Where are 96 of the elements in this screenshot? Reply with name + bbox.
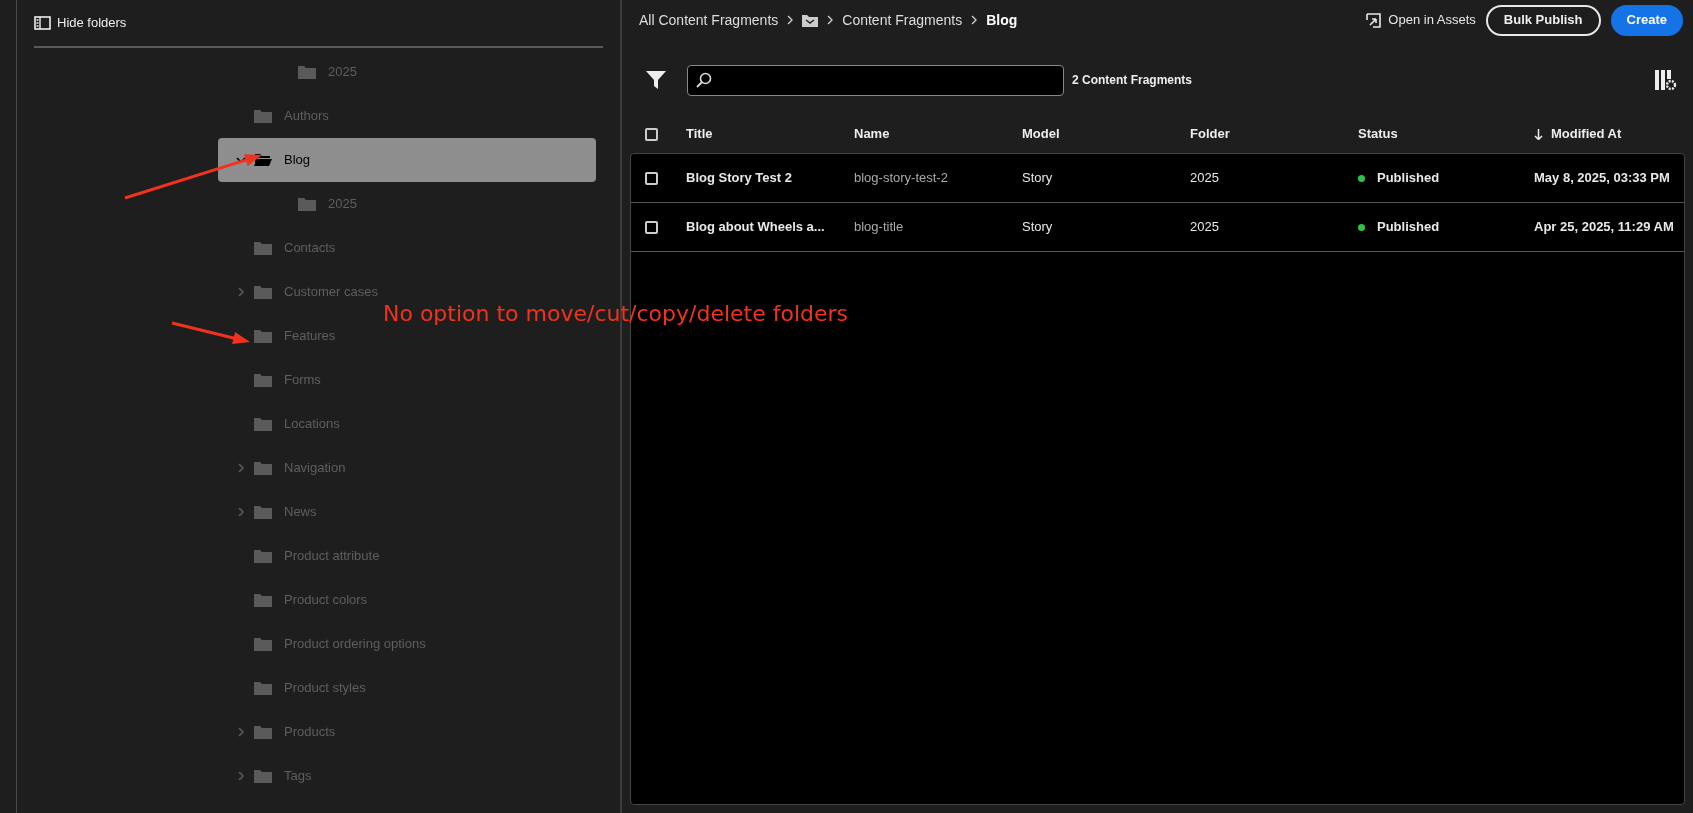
folder-label: Features [284,327,336,346]
folder-icon [254,329,272,343]
folder-icon [254,241,272,255]
column-header[interactable]: Name [854,124,890,144]
folder-label: Product styles [284,679,366,698]
folder-icon [254,681,272,695]
folder-icon [254,285,272,299]
table-cell: 2025 [1190,170,1219,186]
breadcrumb-link[interactable]: All Content Fragments [639,9,779,31]
breadcrumb-link[interactable]: Content Fragments [842,9,963,31]
search-field[interactable] [687,64,1064,96]
column-settings-icon[interactable] [1653,68,1677,92]
table-cell: 2025 [1190,219,1219,235]
bulk-publish-button[interactable]: Bulk Publish [1485,4,1601,36]
folder-label: Products [284,723,336,742]
folder-label: Contacts [284,239,336,258]
column-header[interactable]: Title [686,124,713,144]
folder-label: Navigation [284,459,346,478]
folder-icon [254,109,272,123]
chevron-right-icon[interactable] [236,771,246,781]
search-icon [696,72,712,88]
folder-label: Authors [284,107,329,126]
table-cell: blog-story-test-2 [854,170,948,186]
folder-tree-item[interactable]: 2025 [218,50,361,94]
folder-tree-item[interactable]: Product styles [218,666,370,710]
folder-tree-item[interactable]: Forms [218,358,325,402]
folder-label: Blog [284,151,311,170]
folder-tree-item[interactable]: Product attribute [218,534,384,578]
folder-icon [254,505,272,519]
open-in-assets-link[interactable]: Open in Assets [1365,10,1476,30]
table-cell: blog-title [854,219,904,235]
breadcrumb-separator-icon [970,15,979,25]
breadcrumb-separator-icon [826,15,835,25]
folder-icon [254,373,272,387]
folder-tree-item[interactable]: News [218,490,321,534]
folder-icon [254,461,272,475]
sort-arrow-icon[interactable] [1534,128,1543,140]
folder-icon[interactable] [802,13,819,27]
folder-label: News [284,503,317,522]
table-cell-text: Published [1377,169,1440,188]
panel-icon [34,16,51,30]
chevron-right-icon[interactable] [236,463,246,473]
open-external-icon [1365,11,1383,29]
folder-icon [254,725,272,739]
folder-tree-item[interactable]: Tags [218,754,316,798]
folder-label: Tags [284,767,312,786]
row-checkbox[interactable] [645,171,658,185]
folder-tree-item[interactable]: Authors [218,94,333,138]
table-cell-text: Published [1377,218,1440,237]
folder-icon [298,65,316,79]
table-cell: Apr 25, 2025, 11:29 AM [1534,219,1674,235]
annotation-text: No option to move/cut/copy/delete folders [383,300,849,328]
create-button[interactable]: Create [1610,4,1683,36]
column-header[interactable]: Folder [1190,124,1230,144]
folder-tree-item[interactable]: Navigation [218,446,350,490]
folder-icon [254,637,272,651]
folder-tree-item[interactable]: Blog [218,138,596,182]
folder-tree-item[interactable]: Product colors [218,578,372,622]
folder-icon [298,197,316,211]
column-header[interactable]: Model [1022,124,1060,144]
folder-tree-item[interactable]: Products [218,710,340,754]
chevron-right-icon[interactable] [236,727,246,737]
folder-label: Product attribute [284,547,380,566]
select-all-checkbox[interactable] [645,127,658,141]
folder-label: 2025 [328,195,357,214]
folder-icon [254,549,272,563]
table-cell: Blog Story Test 2 [686,170,792,186]
folder-label: Customer cases [284,283,378,302]
folder-icon [254,593,272,607]
folder-tree-item[interactable]: 2025 [218,182,361,226]
folder-tree-item[interactable]: Locations [218,402,344,446]
folder-label: Product ordering options [284,635,426,654]
row-checkbox[interactable] [645,220,658,234]
chevron-right-icon[interactable] [236,507,246,517]
folder-icon [254,769,272,783]
folder-tree-item[interactable]: Product ordering options [218,622,430,666]
breadcrumb-current: Blog [986,10,1018,30]
filter-icon[interactable] [645,69,667,91]
folder-label: Product colors [284,591,368,610]
table-cell: Story [1022,170,1053,186]
fragment-count: 2 Content Fragments [1072,72,1192,89]
folder-icon [254,417,272,431]
table-cell: Story [1022,219,1053,235]
hide-folders-button[interactable]: Hide folders [34,13,127,33]
folder-tree-item[interactable]: Contacts [218,226,340,270]
folder-label: Forms [284,371,321,390]
folder-tree-item[interactable]: Customer cases [218,270,382,314]
column-header[interactable]: Modified At [1551,124,1622,144]
chevron-right-icon[interactable] [236,287,246,297]
table-cell: Blog about Wheels a... [686,219,825,235]
breadcrumb-separator-icon [786,15,795,25]
folder-label: Locations [284,415,340,434]
column-header[interactable]: Status [1358,124,1398,144]
table-cell: May 8, 2025, 03:33 PM [1534,170,1670,186]
folder-label: 2025 [328,63,357,82]
folder-tree-item[interactable]: Features [218,314,340,358]
